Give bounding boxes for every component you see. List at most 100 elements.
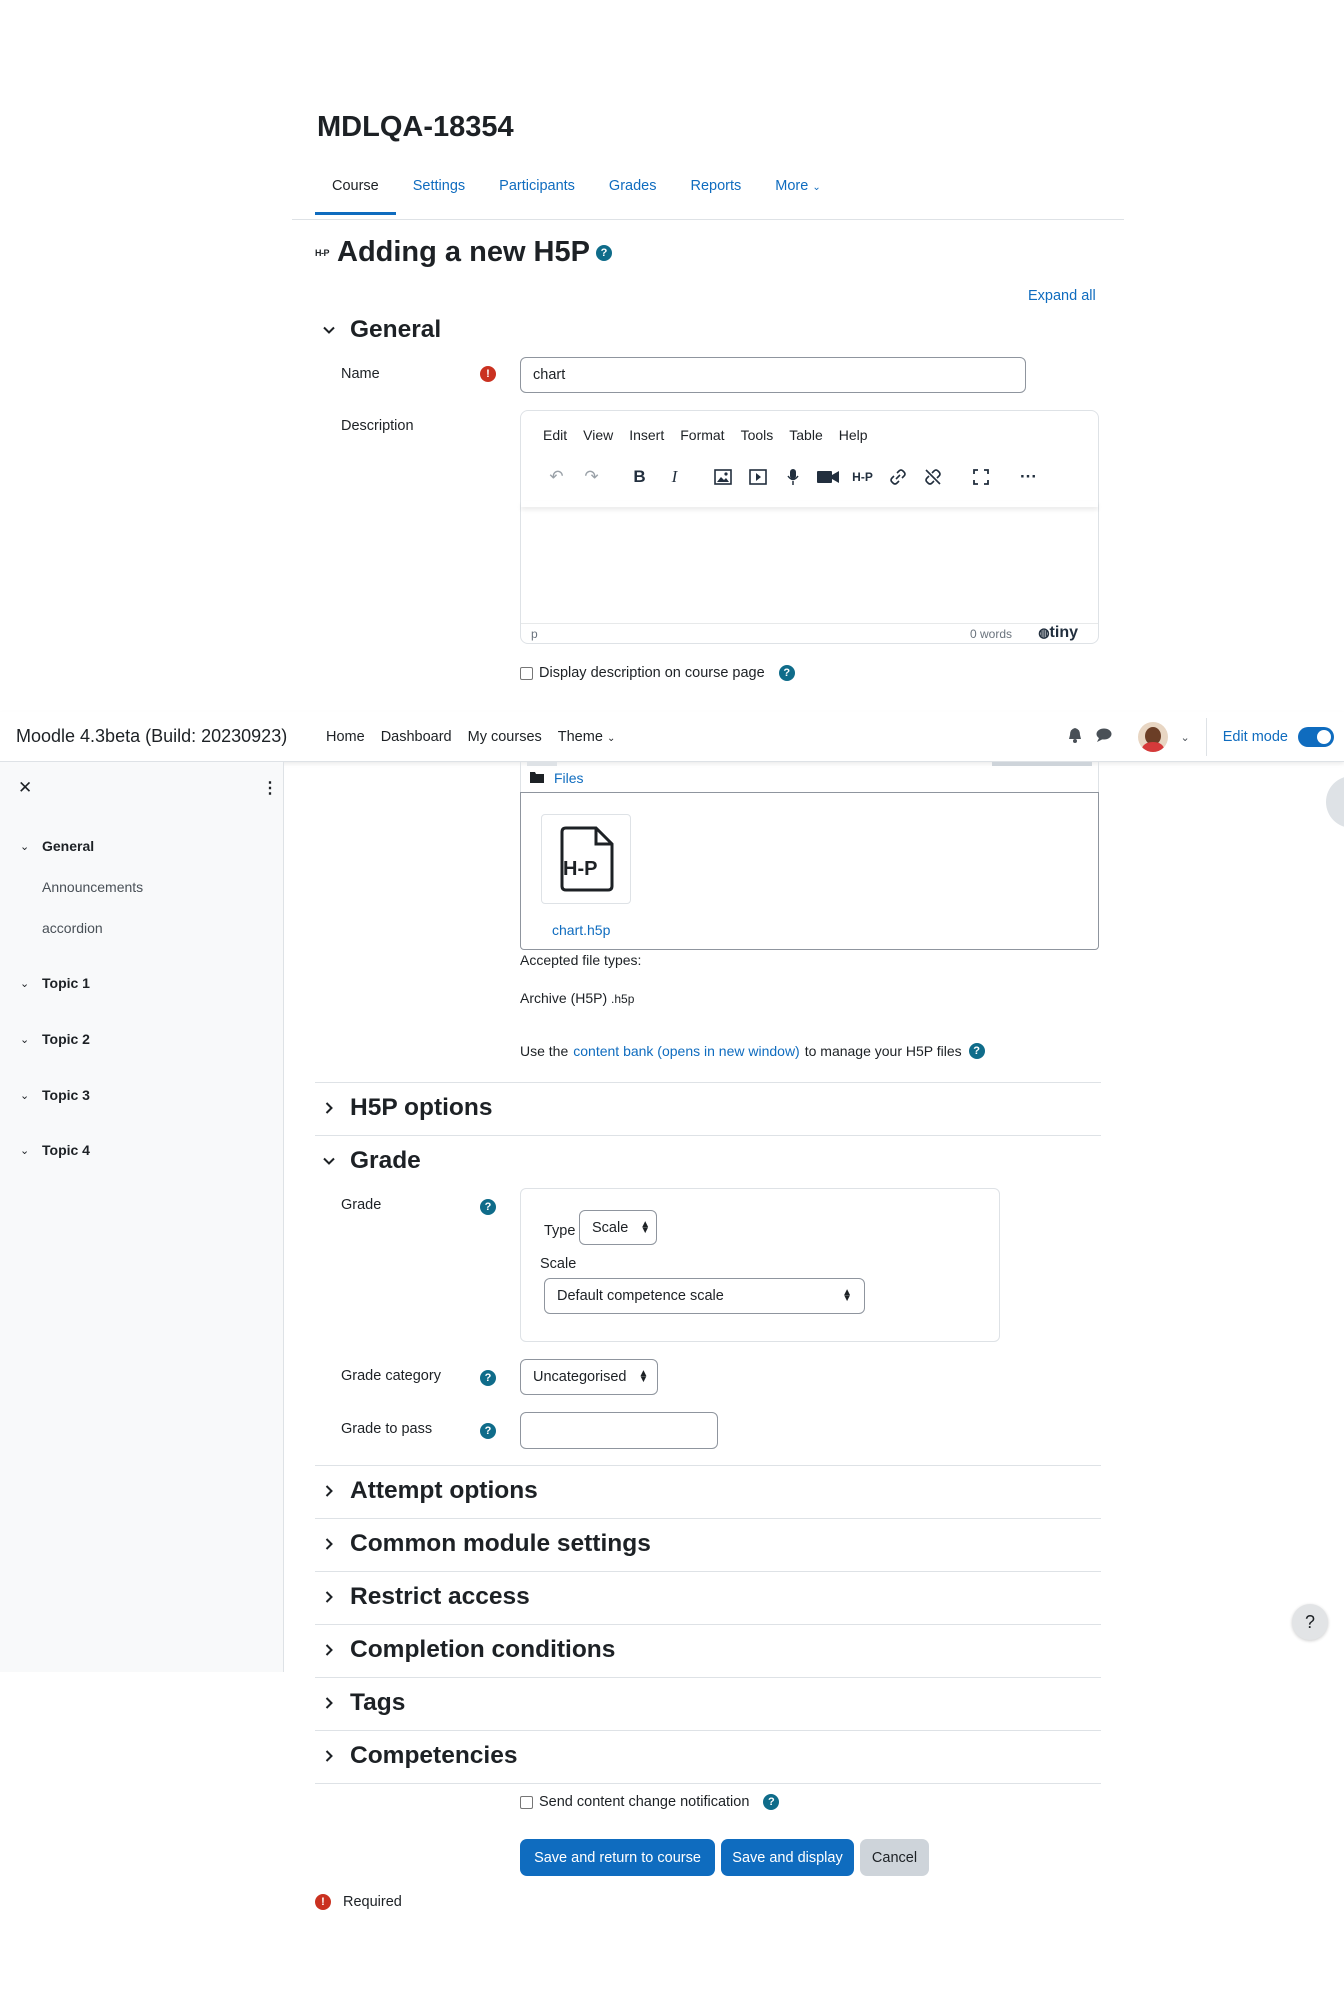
- section-h5p-options-header[interactable]: H5P options: [322, 1094, 492, 1122]
- section-divider: [315, 1624, 1101, 1625]
- grade-scale-select[interactable]: Default competence scale ▲ ▼: [544, 1278, 865, 1314]
- tab-participants[interactable]: Participants: [482, 178, 592, 215]
- save-return-button[interactable]: Save and return to course: [520, 1839, 715, 1876]
- nav-theme[interactable]: Theme ⌄: [558, 729, 616, 745]
- image-icon[interactable]: [705, 463, 740, 491]
- help-icon[interactable]: ?: [595, 244, 612, 261]
- redo-icon[interactable]: ↷: [574, 463, 609, 491]
- h5p-file-icon-label: H-P: [563, 858, 597, 880]
- section-completion-conditions-header[interactable]: Completion conditions: [322, 1636, 615, 1664]
- drawer-section-topic-3[interactable]: ⌄ Topic 3: [20, 1087, 90, 1103]
- section-common-module-settings-header[interactable]: Common module settings: [322, 1530, 651, 1558]
- menu-view[interactable]: View: [583, 427, 613, 443]
- file-thumbnail[interactable]: H-P: [541, 814, 631, 904]
- files-folder-link[interactable]: Files: [554, 770, 584, 786]
- block-drawer-toggle[interactable]: [1326, 776, 1344, 828]
- file-name-link[interactable]: chart.h5p: [552, 922, 610, 938]
- avatar[interactable]: [1138, 722, 1169, 752]
- drawer-section-topic-1[interactable]: ⌄ Topic 1: [20, 975, 90, 991]
- site-brand[interactable]: Moodle 4.3beta (Build: 20230923): [16, 726, 287, 747]
- h5p-icon[interactable]: H-P: [845, 463, 880, 491]
- tab-settings[interactable]: Settings: [396, 178, 482, 215]
- menu-edit[interactable]: Edit: [543, 427, 567, 443]
- menu-format[interactable]: Format: [680, 427, 724, 443]
- nav-my-courses[interactable]: My courses: [468, 729, 542, 745]
- drawer-item-accordion[interactable]: accordion: [42, 920, 103, 936]
- menu-help[interactable]: Help: [839, 427, 868, 443]
- word-count[interactable]: 0 words: [970, 627, 1012, 641]
- microphone-icon[interactable]: [775, 463, 810, 491]
- undo-icon[interactable]: ↶: [539, 463, 574, 491]
- help-button[interactable]: ?: [1292, 1604, 1328, 1640]
- tab-course[interactable]: Course: [315, 178, 396, 215]
- link-icon[interactable]: [880, 463, 915, 491]
- fullscreen-icon[interactable]: [963, 463, 998, 491]
- grade-type-select[interactable]: Scale ▲ ▼: [579, 1210, 657, 1245]
- content-bank-link[interactable]: content bank (opens in new window): [573, 1043, 799, 1059]
- chevron-down-icon: ⌄: [20, 1089, 30, 1102]
- help-icon[interactable]: ?: [480, 1199, 496, 1215]
- chevron-right-icon: [322, 1749, 336, 1763]
- toolbar-shadow: [521, 501, 1098, 507]
- cancel-button[interactable]: Cancel: [860, 1839, 929, 1876]
- section-tags-header[interactable]: Tags: [322, 1689, 405, 1717]
- grade-category-select[interactable]: Uncategorised ▲ ▼: [520, 1359, 658, 1395]
- section-divider: [315, 1571, 1101, 1572]
- tab-grades[interactable]: Grades: [592, 178, 674, 215]
- more-icon[interactable]: ···: [1011, 463, 1046, 491]
- drawer-section-topic-2[interactable]: ⌄ Topic 2: [20, 1031, 90, 1047]
- tiny-logo[interactable]: ◍tiny: [1038, 624, 1078, 642]
- section-restrict-access-header[interactable]: Restrict access: [322, 1583, 530, 1611]
- drawer-item-announcements[interactable]: Announcements: [42, 879, 143, 895]
- section-competencies-header[interactable]: Competencies: [322, 1742, 517, 1770]
- help-icon[interactable]: ?: [778, 665, 795, 681]
- element-path[interactable]: p: [531, 627, 538, 641]
- kebab-menu-icon[interactable]: ⋮: [262, 778, 278, 798]
- grade-to-pass-input[interactable]: [520, 1412, 718, 1449]
- section-title: Restrict access: [350, 1583, 530, 1610]
- video-camera-icon[interactable]: [810, 463, 845, 491]
- nav-dashboard[interactable]: Dashboard: [381, 729, 452, 745]
- tiny-brand: tiny: [1049, 624, 1078, 641]
- chevron-down-icon: ⌄: [812, 182, 821, 193]
- drawer-section-label: General: [42, 838, 95, 854]
- help-icon[interactable]: ?: [968, 1043, 985, 1059]
- primary-navigation: Home Dashboard My courses Theme ⌄: [326, 729, 615, 745]
- tab-more[interactable]: More ⌄: [758, 178, 837, 215]
- media-icon[interactable]: [740, 463, 775, 491]
- name-input[interactable]: chart: [520, 357, 1026, 393]
- drawer-section-topic-4[interactable]: ⌄ Topic 4: [20, 1142, 90, 1158]
- nav-home[interactable]: Home: [326, 729, 365, 745]
- expand-all-link[interactable]: Expand all: [1028, 288, 1096, 304]
- close-icon[interactable]: ✕: [18, 778, 32, 798]
- bold-icon[interactable]: B: [622, 463, 657, 491]
- bell-icon[interactable]: [1068, 727, 1082, 747]
- chevron-down-icon[interactable]: ⌄: [1180, 731, 1189, 744]
- section-general-header[interactable]: General: [322, 316, 441, 344]
- display-description-checkbox[interactable]: [520, 666, 533, 680]
- menu-table[interactable]: Table: [789, 427, 822, 443]
- section-grade-header[interactable]: Grade: [322, 1147, 421, 1175]
- grade-label: Grade: [341, 1197, 382, 1213]
- drawer-section-label: Topic 3: [42, 1087, 90, 1103]
- tabs-divider: [292, 219, 1124, 220]
- menu-insert[interactable]: Insert: [629, 427, 664, 443]
- chevron-right-icon: [322, 1696, 336, 1710]
- help-icon[interactable]: ?: [763, 1794, 780, 1810]
- tab-reports[interactable]: Reports: [673, 178, 758, 215]
- help-icon[interactable]: ?: [480, 1423, 496, 1439]
- section-attempt-options-header[interactable]: Attempt options: [322, 1477, 538, 1505]
- grade-scale-value: Default competence scale: [557, 1288, 724, 1304]
- accepted-types-value: Archive (H5P) .h5p: [520, 990, 634, 1006]
- send-notification-checkbox[interactable]: [520, 1795, 533, 1809]
- drawer-section-general[interactable]: ⌄ General: [20, 838, 94, 854]
- chat-icon[interactable]: [1096, 728, 1112, 746]
- content-bank-pre: Use the: [520, 1043, 569, 1059]
- unlink-icon[interactable]: [915, 463, 950, 491]
- edit-mode-toggle[interactable]: [1298, 727, 1334, 747]
- save-display-button[interactable]: Save and display: [721, 1839, 854, 1876]
- italic-icon[interactable]: I: [657, 463, 692, 491]
- help-icon[interactable]: ?: [480, 1370, 496, 1386]
- menu-tools[interactable]: Tools: [741, 427, 774, 443]
- chevron-right-icon: [322, 1537, 336, 1551]
